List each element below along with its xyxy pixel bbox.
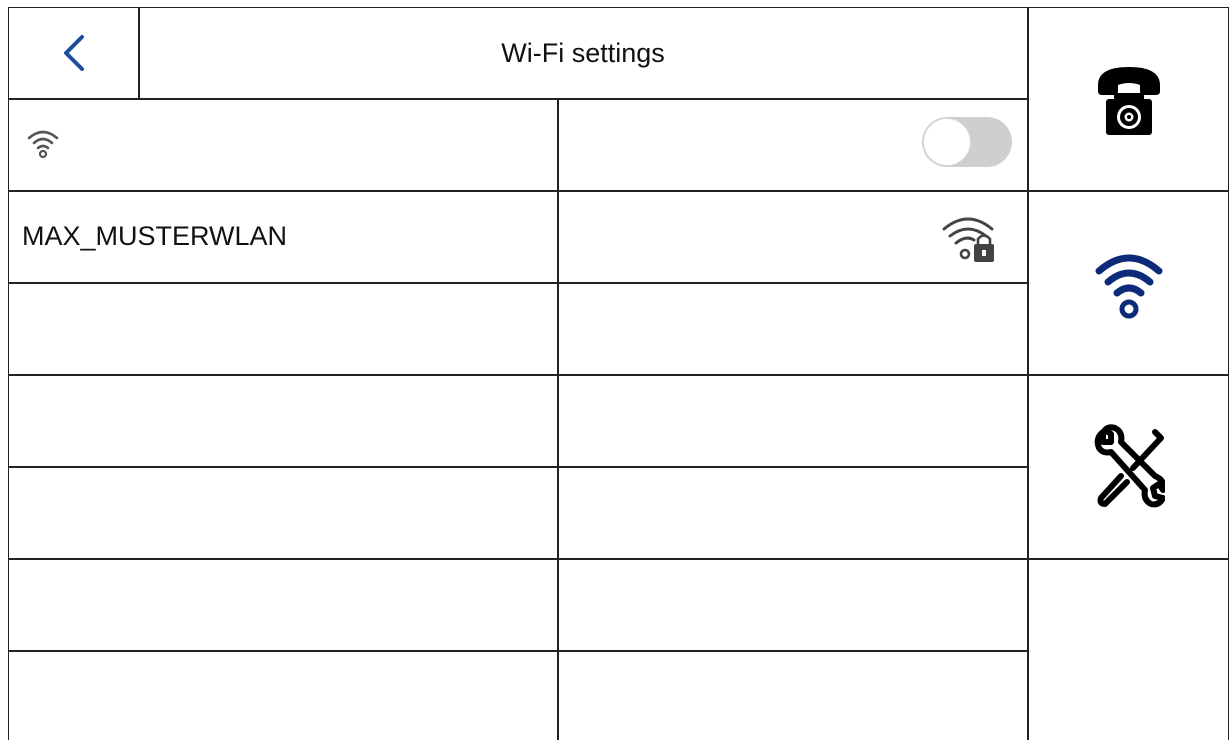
wifi-toggle-switch[interactable] (922, 117, 1012, 167)
wifi-locked-icon (942, 217, 994, 262)
network-list-item[interactable] (8, 651, 1028, 740)
sidebar-item-phone-settings[interactable] (1028, 8, 1229, 190)
sidebar-item-wifi[interactable] (1028, 191, 1229, 374)
tools-icon (1094, 423, 1165, 507)
network-list-item[interactable] (8, 559, 1028, 650)
sidebar-item-tools[interactable] (1028, 375, 1229, 558)
network-list-item[interactable] (8, 467, 1028, 558)
sidebar-empty-slot (1028, 559, 1229, 740)
page-title: Wi-Fi settings (501, 37, 665, 68)
chevron-left-icon (63, 35, 84, 71)
toggle-knob (924, 119, 970, 165)
wifi-icon (27, 130, 59, 159)
divider (138, 7, 140, 99)
wifi-icon (1095, 254, 1162, 318)
wifi-toggle-row (8, 99, 1028, 190)
network-ssid: MAX_MUSTERWLAN (22, 221, 288, 251)
phone-gear-icon (1097, 67, 1160, 135)
back-button[interactable] (8, 7, 139, 99)
network-list-item[interactable] (8, 375, 1028, 466)
network-list-item[interactable] (8, 283, 1028, 374)
